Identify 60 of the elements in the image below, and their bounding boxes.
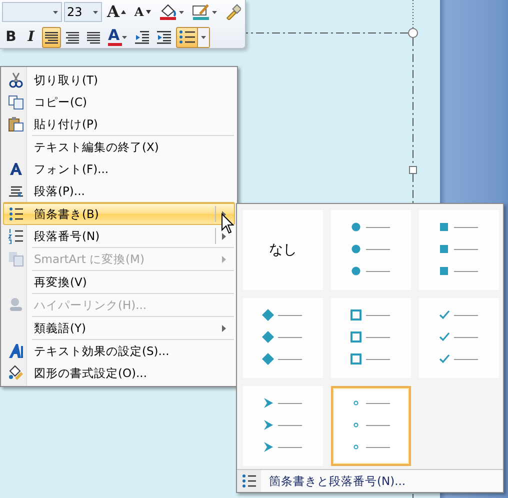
bold-button[interactable]: B <box>2 26 20 48</box>
bullet-style-option[interactable] <box>331 210 411 290</box>
caret-icon <box>200 36 206 38</box>
bullet-style-option[interactable] <box>243 386 323 466</box>
menu-item[interactable]: 類義語(Y) <box>3 316 235 339</box>
submenu-arrow-icon <box>222 256 226 262</box>
menu-item[interactable]: コピー(C) <box>3 91 235 113</box>
scissors-icon <box>8 72 24 88</box>
numbered-list-icon <box>8 228 24 244</box>
caret-icon <box>212 10 217 14</box>
diagram-icon <box>8 251 24 267</box>
menu-item[interactable]: 段落番号(N) <box>3 225 235 247</box>
indent-icon <box>156 30 171 44</box>
font-icon <box>9 162 23 176</box>
wordart-icon <box>8 343 24 359</box>
clipboard-icon <box>8 116 24 132</box>
bullet-style-option[interactable] <box>331 298 411 378</box>
grow-font-button[interactable]: A <box>104 2 130 22</box>
bulleted-list-icon <box>178 30 195 44</box>
menu-item[interactable]: 箇条書き(B) <box>3 202 235 225</box>
bullet-style-option[interactable] <box>419 210 499 290</box>
menu-item[interactable]: 段落(P)... <box>3 180 235 202</box>
menu-item[interactable]: 切り取り(T) <box>3 69 235 91</box>
resize-handle[interactable] <box>409 166 417 174</box>
caret-icon <box>53 10 58 14</box>
align-left-icon <box>45 30 58 44</box>
caret-icon <box>178 10 184 14</box>
align-left-button[interactable] <box>42 26 61 48</box>
menu-item[interactable]: 貼り付け(P) <box>3 113 235 135</box>
menu-item[interactable]: 図形の書式設定(O)... <box>3 362 235 384</box>
paint-bucket-icon <box>158 4 177 20</box>
submenu-arrow-icon <box>222 232 226 240</box>
font-name-field[interactable] <box>2 2 62 22</box>
outdent-icon <box>134 30 149 44</box>
bullets-button[interactable] <box>176 26 210 48</box>
paintbrush-icon <box>224 4 241 20</box>
menu-item[interactable]: テキスト編集の終了(X) <box>3 135 235 158</box>
bullet-style-option[interactable]: なし <box>243 210 323 290</box>
up-caret-icon <box>121 10 126 14</box>
bulleted-list-icon <box>8 206 24 222</box>
align-right-icon <box>87 30 100 44</box>
menu-item[interactable]: テキスト効果の設定(S)... <box>3 339 235 362</box>
submenu-arrow-icon <box>222 324 226 332</box>
menu-item[interactable]: フォント(F)... <box>3 158 235 180</box>
bulleted-list-icon <box>241 473 257 489</box>
font-size-field[interactable]: 23 <box>64 2 102 22</box>
bullet-style-option[interactable] <box>243 298 323 378</box>
mouse-pointer-icon <box>221 213 234 234</box>
pen-icon <box>192 4 210 20</box>
menu-item[interactable]: 再変換(V) <box>3 270 235 293</box>
format-shape-icon <box>8 365 24 381</box>
shrink-font-button[interactable]: A <box>131 2 154 22</box>
copy-icon <box>8 94 24 110</box>
down-caret-icon <box>146 10 151 14</box>
align-center-icon <box>66 30 79 44</box>
italic-button[interactable]: I <box>22 26 40 48</box>
font-color-button[interactable]: A <box>105 26 130 48</box>
bullet-style-option[interactable] <box>419 298 499 378</box>
caret-icon <box>93 10 98 14</box>
caret-icon <box>122 36 127 38</box>
